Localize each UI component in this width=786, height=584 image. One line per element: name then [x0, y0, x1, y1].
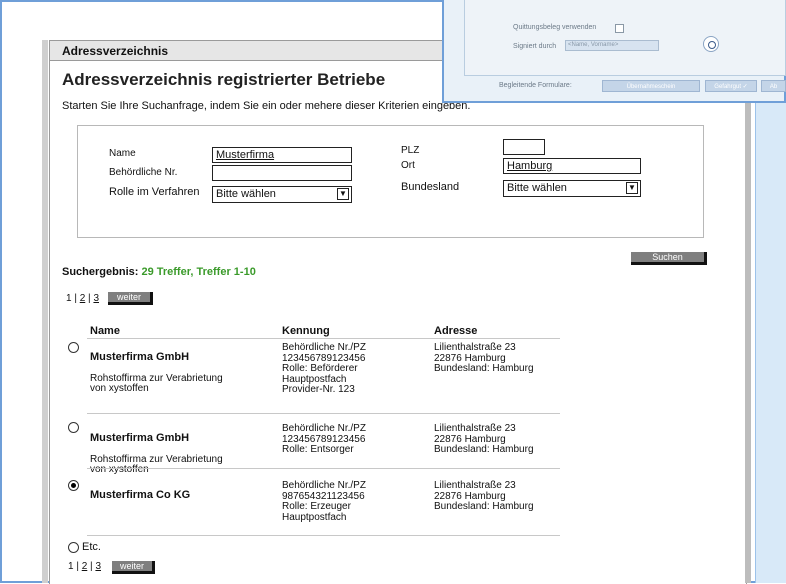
- signature-icon[interactable]: [703, 36, 719, 52]
- page-link-3[interactable]: 3: [93, 293, 99, 304]
- row-divider: [87, 338, 560, 339]
- name-label: Name: [109, 148, 136, 159]
- ort-input-value: Hamburg: [507, 160, 553, 172]
- quittung-checkbox[interactable]: [615, 24, 624, 33]
- row-divider: [87, 535, 560, 536]
- rolle-label: Rolle im Verfahren: [109, 186, 200, 198]
- row-divider: [87, 468, 560, 469]
- name-input-value: Musterfirma: [216, 149, 275, 161]
- kennung-cell: Behördliche Nr./PZ 987654321123456 Rolle…: [282, 480, 366, 523]
- page-link-2[interactable]: 2: [80, 293, 86, 304]
- company-description: Rohstoffirma zur Verabrietung von xystof…: [90, 372, 223, 394]
- page-current: 1: [66, 293, 72, 304]
- result-radio-1[interactable]: [68, 342, 79, 353]
- rolle-select-value: Bitte wählen: [216, 188, 276, 200]
- etc-label: Etc.: [82, 541, 101, 553]
- company-name: Musterfirma GmbH: [90, 350, 190, 363]
- name-input[interactable]: Musterfirma: [212, 147, 352, 163]
- pagination-bottom: 1 | 2 | 3: [68, 561, 101, 572]
- result-radio-3[interactable]: [68, 480, 79, 491]
- table-row: Musterfirma Co KG: [90, 479, 190, 501]
- page-current: 1: [68, 561, 74, 572]
- chevron-down-icon: ▼: [626, 182, 638, 194]
- quittung-label: Quittungsbeleg verwenden: [513, 24, 597, 31]
- row-divider: [87, 413, 560, 414]
- next-page-button[interactable]: weiter: [112, 561, 155, 574]
- ort-label: Ort: [401, 160, 415, 171]
- address-directory-panel: Adressverzeichnis: [49, 40, 747, 584]
- kennung-cell: Behördliche Nr./PZ 123456789123456 Rolle…: [282, 423, 366, 455]
- behoerdliche-nr-label: Behördliche Nr.: [109, 167, 178, 178]
- column-header-name: Name: [90, 325, 120, 337]
- ort-input[interactable]: Hamburg: [503, 158, 641, 174]
- uebernahmeschein-button[interactable]: Übernahmeschein: [602, 80, 700, 92]
- bundesland-label: Bundesland: [401, 181, 460, 193]
- result-heading-label: Suchergebnis:: [62, 266, 139, 278]
- table-row: Musterfirma GmbH Rohstoffirma zur Verabr…: [90, 341, 223, 395]
- signiert-input[interactable]: <Name, Vorname>: [565, 40, 659, 51]
- formulare-label: Begleitende Formulare:: [499, 82, 572, 89]
- result-radio-2[interactable]: [68, 422, 79, 433]
- overlay-form: Quittungsbeleg verwenden Signiert durch …: [464, 0, 786, 76]
- plz-input[interactable]: [503, 139, 545, 155]
- bundesland-select[interactable]: Bitte wählen ▼: [503, 180, 641, 197]
- pagination-top: 1 | 2 | 3: [66, 293, 99, 304]
- adresse-cell: Lilienthalstraße 23 22876 Hamburg Bundes…: [434, 423, 534, 455]
- page-title: Adressverzeichnis registrierter Betriebe: [62, 70, 386, 89]
- signiert-label: Signiert durch: [513, 43, 557, 50]
- company-name: Musterfirma Co KG: [90, 488, 191, 501]
- kennung-cell: Behördliche Nr./PZ 123456789123456 Rolle…: [282, 342, 366, 395]
- intro-text: Starten Sie Ihre Suchanfrage, indem Sie …: [62, 100, 471, 112]
- chevron-down-icon: ▼: [337, 188, 349, 200]
- company-description: Rohstoffirma zur Verabrietung von xystof…: [90, 453, 223, 475]
- next-page-button[interactable]: weiter: [108, 292, 153, 305]
- search-button[interactable]: Suchen: [631, 252, 707, 265]
- left-scrollbar[interactable]: [42, 40, 48, 583]
- page-link-3[interactable]: 3: [95, 561, 101, 572]
- result-radio-etc[interactable]: [68, 542, 79, 553]
- bundesland-select-value: Bitte wählen: [507, 182, 567, 194]
- adresse-cell: Lilienthalstraße 23 22876 Hamburg Bundes…: [434, 342, 534, 374]
- column-header-adresse: Adresse: [434, 325, 478, 337]
- overlay-dialog: Quittungsbeleg verwenden Signiert durch …: [442, 0, 786, 103]
- result-summary: Suchergebnis: 29 Treffer, Treffer 1-10: [62, 266, 256, 278]
- column-header-kennung: Kennung: [282, 325, 330, 337]
- gefahrgut-button[interactable]: Gefahrgut ✓: [705, 80, 757, 92]
- background-panel: [755, 82, 786, 583]
- company-name: Musterfirma GmbH: [90, 431, 190, 444]
- page-link-2[interactable]: 2: [82, 561, 88, 572]
- rolle-select[interactable]: Bitte wählen ▼: [212, 186, 352, 203]
- behoerdliche-nr-input[interactable]: [212, 165, 352, 181]
- overlay-more-button[interactable]: Ab: [761, 80, 786, 92]
- plz-label: PLZ: [401, 145, 420, 156]
- result-count: 29 Treffer, Treffer 1-10: [141, 266, 256, 278]
- adresse-cell: Lilienthalstraße 23 22876 Hamburg Bundes…: [434, 480, 534, 512]
- right-scrollbar[interactable]: [745, 40, 751, 583]
